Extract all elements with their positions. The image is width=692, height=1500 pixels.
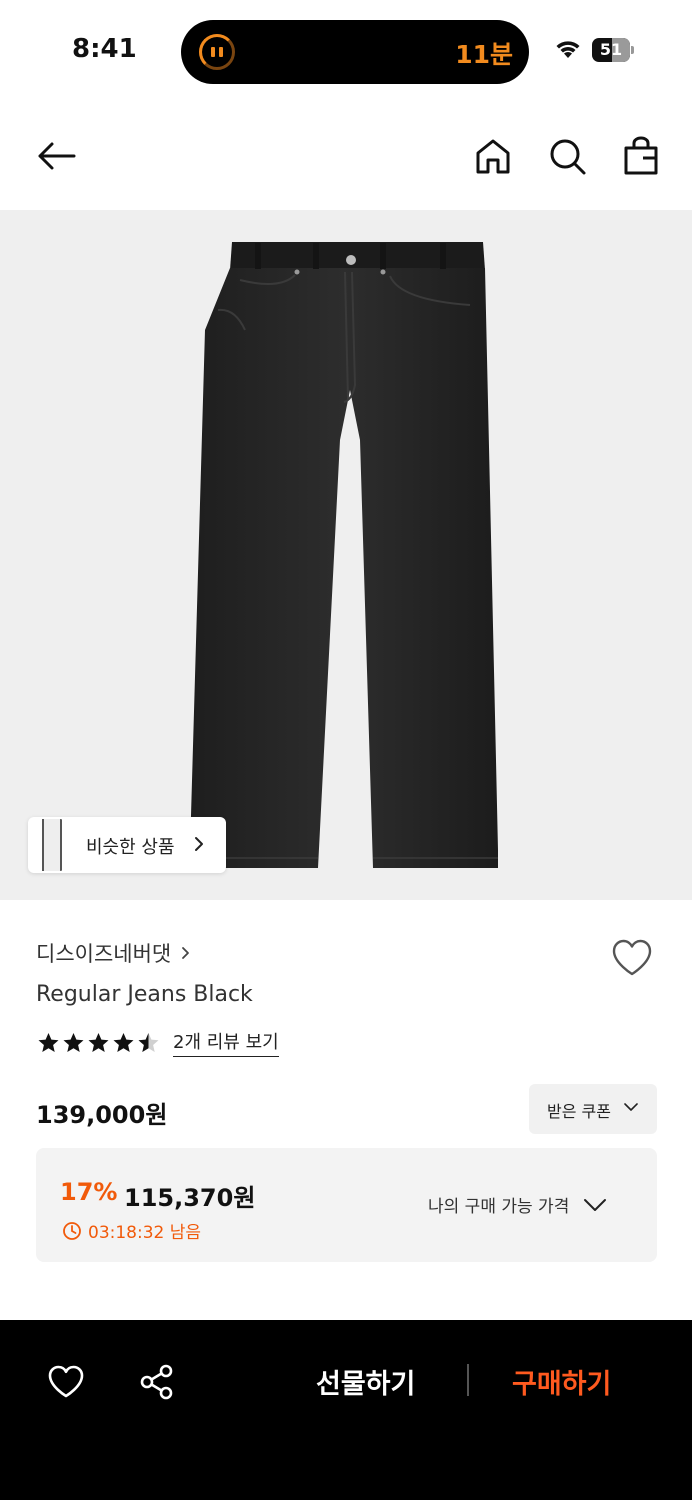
star-half-icon bbox=[138, 1032, 159, 1052]
star-icon bbox=[113, 1032, 134, 1052]
chevron-right-icon bbox=[182, 947, 190, 959]
similar-products-label: 비슷한 상품 bbox=[86, 837, 175, 858]
chevron-down-icon bbox=[584, 1198, 607, 1211]
brand-name: 디스이즈네버댓 bbox=[36, 942, 172, 966]
arrow-left-icon[interactable] bbox=[36, 136, 76, 176]
chevron-right-icon bbox=[195, 837, 203, 851]
pause-icon bbox=[199, 34, 235, 70]
review-link[interactable]: 2개 리뷰 보기 bbox=[173, 1028, 279, 1057]
wifi-icon bbox=[556, 41, 580, 58]
heart-icon[interactable] bbox=[48, 1364, 84, 1400]
heart-icon[interactable] bbox=[611, 938, 653, 978]
received-coupon-button[interactable]: 받은 쿠폰 bbox=[529, 1084, 657, 1134]
clock-icon bbox=[63, 1221, 81, 1240]
divider bbox=[467, 1364, 469, 1396]
activity-timer: 11분 bbox=[455, 40, 513, 69]
buy-button[interactable]: 구매하기 bbox=[512, 1362, 611, 1401]
discount-box: 17% 115,370원 03:18:32 남음 나의 구매 가능 가격 bbox=[36, 1148, 657, 1262]
similar-products-button[interactable]: 비슷한 상품 bbox=[28, 817, 226, 873]
time-left: 03:18:32 남음 bbox=[88, 1223, 202, 1243]
battery-icon: 51 bbox=[592, 38, 634, 62]
discount-timer: 03:18:32 남음 bbox=[62, 1218, 201, 1243]
star-icon bbox=[38, 1032, 59, 1052]
product-image[interactable]: 비슷한 상품 bbox=[0, 210, 692, 900]
my-price-label: 나의 구매 가능 가격 bbox=[428, 1197, 570, 1217]
product-name: Regular Jeans Black bbox=[36, 982, 253, 1007]
jeans-photo bbox=[190, 242, 498, 868]
battery-level: 51 bbox=[599, 40, 623, 59]
discount-price: 115,370원 bbox=[124, 1184, 256, 1212]
my-price-toggle[interactable]: 나의 구매 가능 가격 bbox=[428, 1192, 607, 1217]
share-icon[interactable] bbox=[139, 1364, 175, 1400]
dynamic-island[interactable]: 11분 bbox=[181, 20, 529, 84]
brand-link[interactable]: 디스이즈네버댓 bbox=[36, 938, 190, 968]
product-info: 디스이즈네버댓 Regular Jeans Black 2개 리뷰 보기 139… bbox=[0, 900, 692, 1320]
star-icon bbox=[88, 1032, 109, 1052]
star-icon bbox=[63, 1032, 84, 1052]
top-nav bbox=[0, 100, 692, 210]
search-icon[interactable] bbox=[547, 136, 587, 176]
coupon-label: 받은 쿠폰 bbox=[547, 1102, 611, 1121]
gift-button[interactable]: 선물하기 bbox=[316, 1362, 415, 1401]
star-rating bbox=[36, 1031, 161, 1055]
bottom-action-bar: 선물하기 구매하기 bbox=[0, 1320, 692, 1500]
status-bar: 8:41 11분 51 bbox=[0, 0, 692, 100]
original-price: 139,000원 bbox=[36, 1101, 168, 1129]
chevron-down-icon bbox=[624, 1103, 638, 1111]
discount-rate: 17% bbox=[60, 1178, 118, 1206]
similar-product-thumbnail bbox=[30, 819, 64, 871]
shopping-bag-icon[interactable] bbox=[621, 136, 661, 176]
rating-row: 2개 리뷰 보기 bbox=[36, 1028, 279, 1057]
home-icon[interactable] bbox=[473, 136, 513, 176]
status-time: 8:41 bbox=[72, 34, 137, 64]
